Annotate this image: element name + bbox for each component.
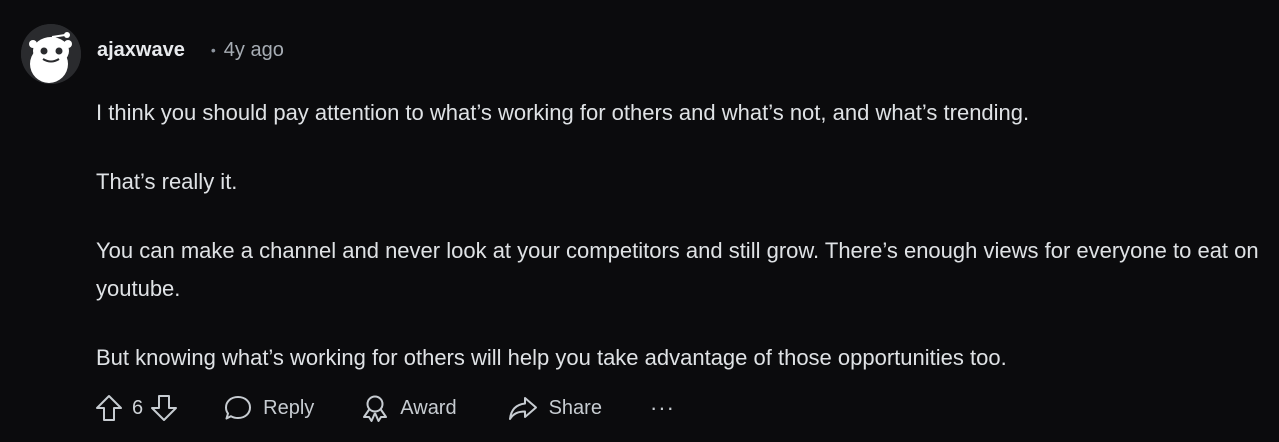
vote-score: 6 (132, 396, 144, 419)
award-button[interactable]: Award (360, 393, 457, 423)
arrow-down-icon[interactable] (147, 391, 181, 425)
comment: ajaxwave • 4y ago I think you should pay… (0, 0, 1279, 442)
comment-paragraph: I think you should pay attention to what… (96, 100, 1030, 125)
arrow-up-icon[interactable] (92, 391, 126, 425)
share-label: Share (548, 396, 602, 419)
award-ribbon-icon (360, 393, 390, 423)
speech-bubble-icon (223, 393, 253, 423)
comment-paragraph: That’s really it. (96, 169, 238, 194)
comment-paragraph: But knowing what’s working for others wi… (96, 345, 1007, 370)
comment-body: I think you should pay attention to what… (96, 94, 1266, 408)
comment-paragraph: You can make a channel and never look at… (96, 238, 1259, 301)
share-arrow-icon (507, 393, 539, 423)
reply-button[interactable]: Reply (223, 393, 314, 423)
award-label: Award (400, 396, 457, 419)
snoo-avatar-icon[interactable] (21, 24, 81, 84)
meta-separator: • (210, 42, 216, 58)
more-options-button[interactable]: ··· (650, 395, 675, 421)
timestamp: 4y ago (223, 38, 284, 61)
author-name[interactable]: ajaxwave (97, 39, 185, 62)
reply-label: Reply (263, 396, 315, 419)
comment-header: ajaxwave • 4y ago (97, 36, 284, 64)
share-button[interactable]: Share (507, 393, 602, 423)
ellipsis-icon: ··· (649, 395, 675, 420)
comment-actions: 6 Reply Award Share ··· (92, 390, 675, 426)
